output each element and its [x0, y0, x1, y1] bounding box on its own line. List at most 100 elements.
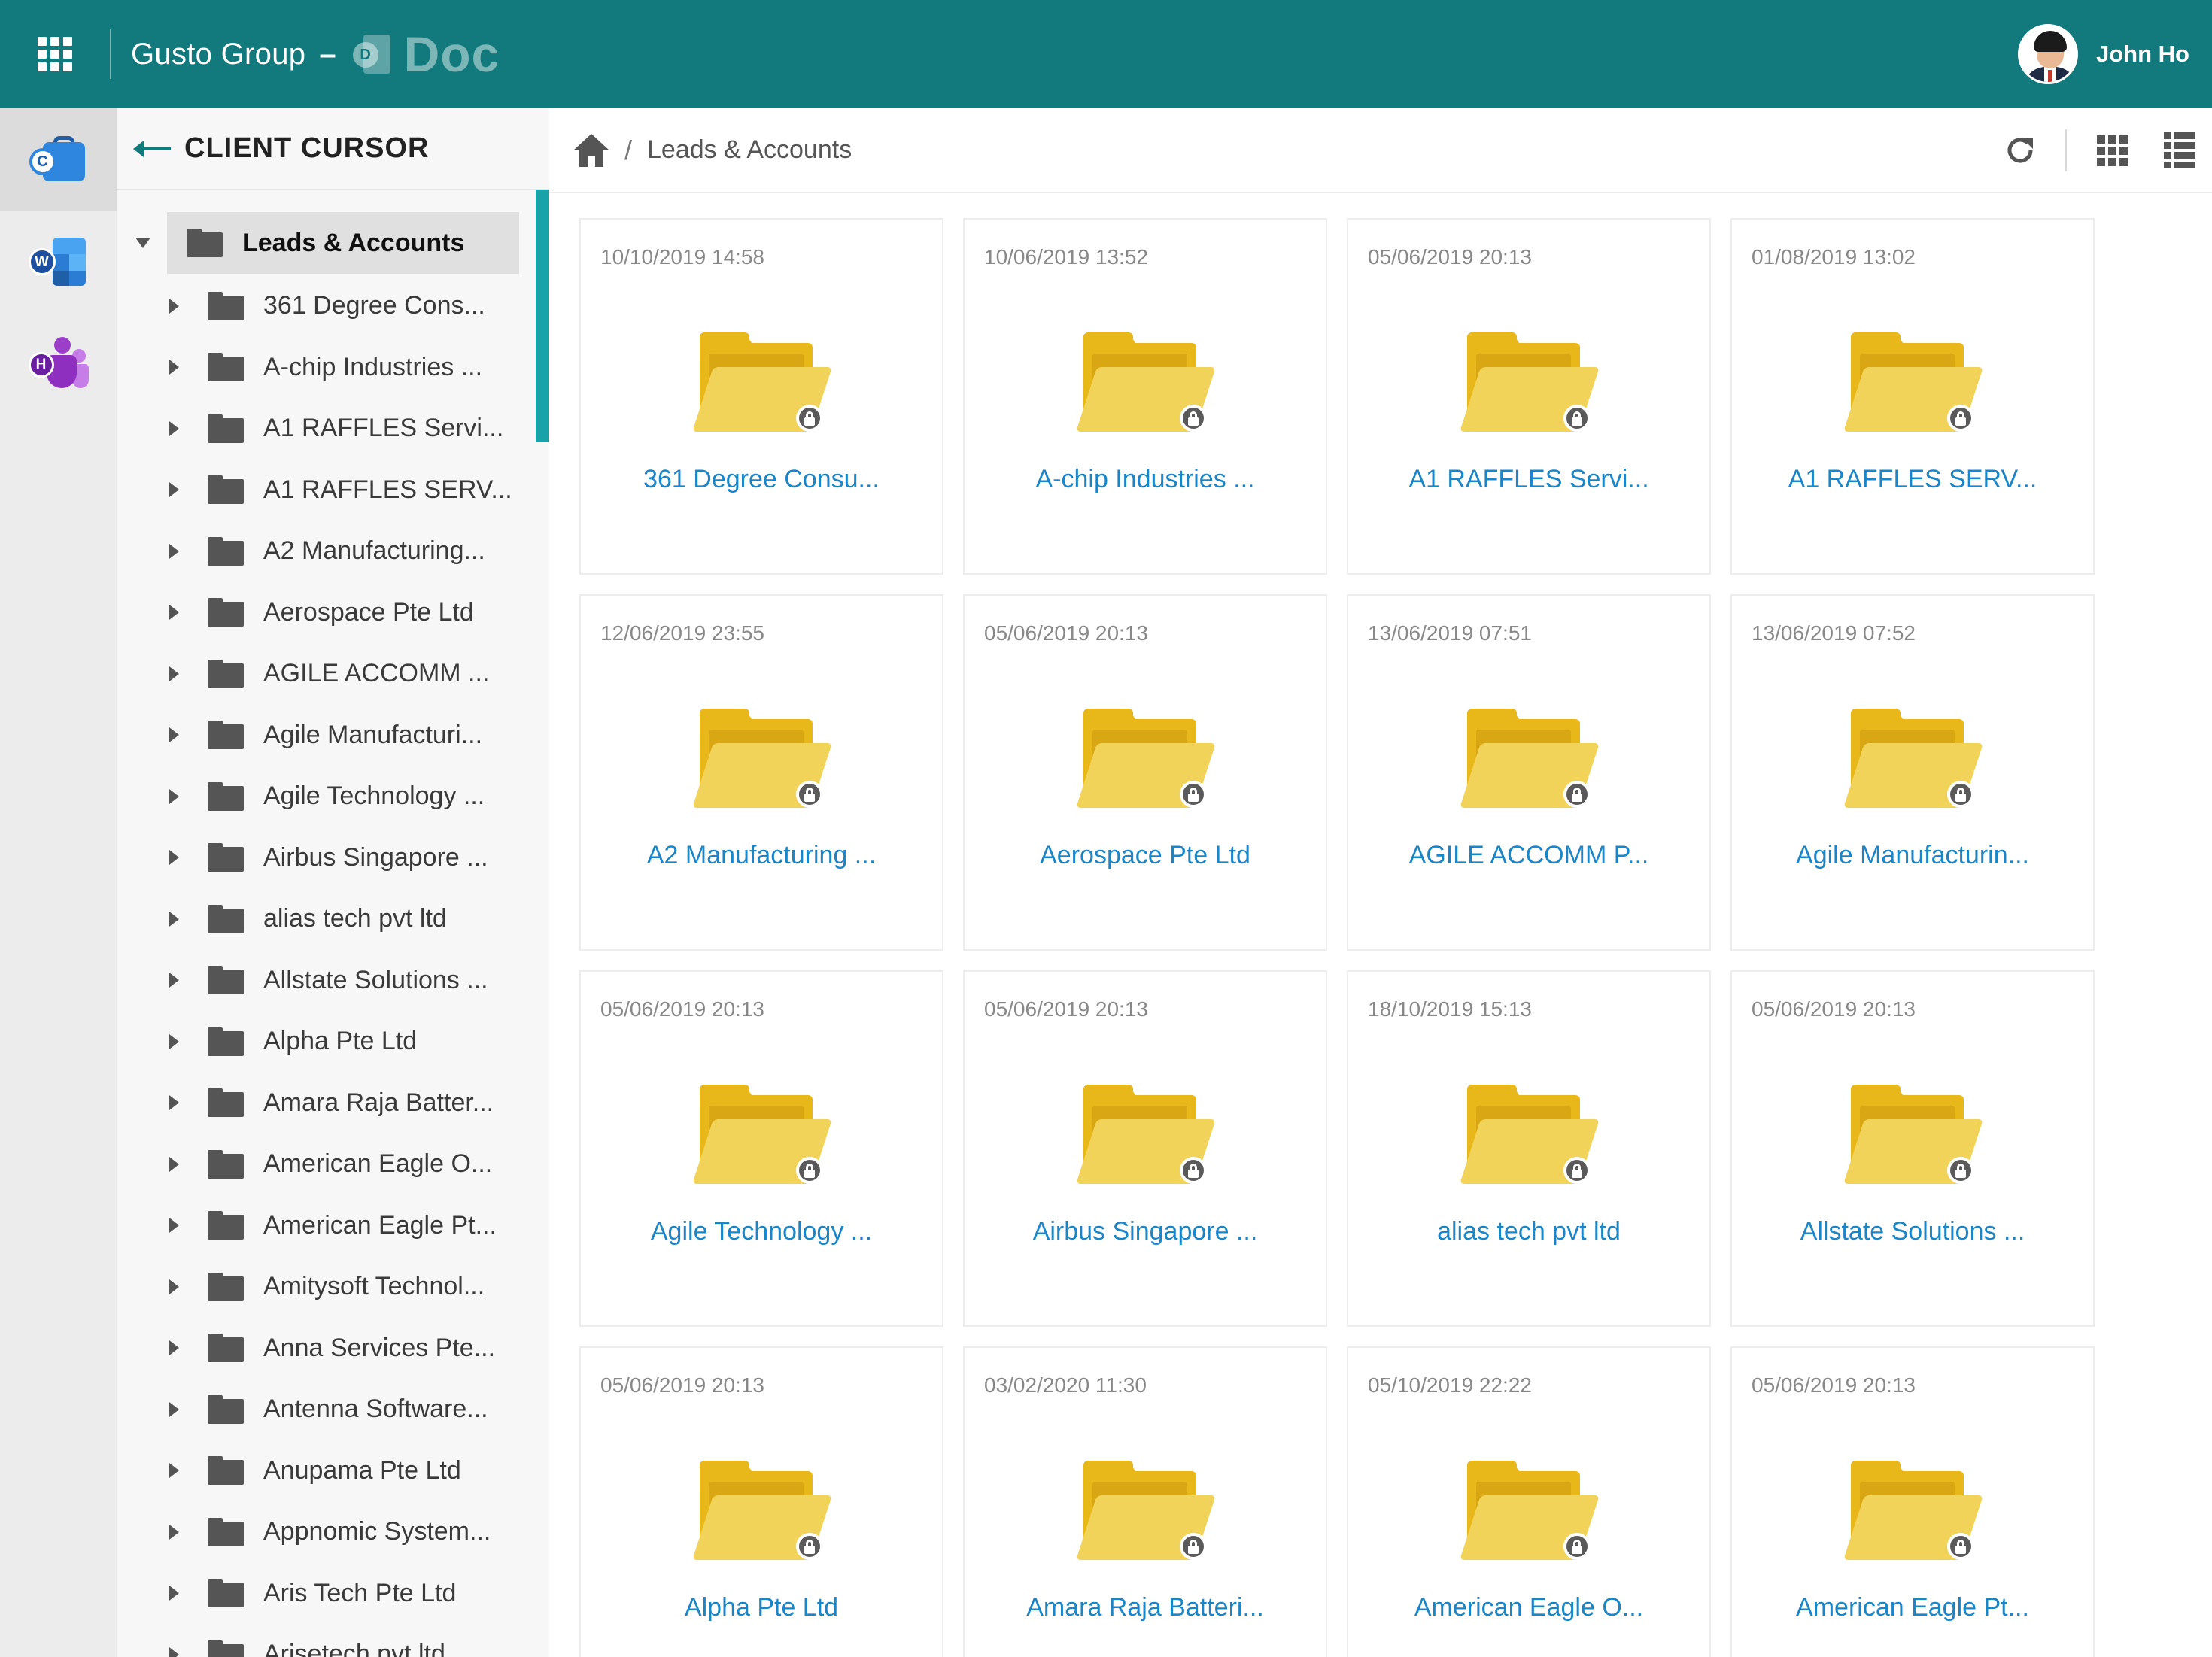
card-name-link[interactable]: 361 Degree Consu... [581, 465, 942, 494]
user-name[interactable]: John Ho [2096, 41, 2189, 68]
card-name-link[interactable]: Aerospace Pte Ltd [965, 841, 1326, 870]
folder-card[interactable]: 05/10/2019 22:22 American Eagle O... [1347, 1346, 1711, 1657]
folder-card[interactable]: 12/06/2019 23:55 A2 Manufacturing ... [579, 594, 943, 951]
tree-item[interactable]: Allstate Solutions ... [117, 950, 536, 1012]
card-name-link[interactable]: A-chip Industries ... [965, 465, 1326, 494]
tree-root-selected[interactable]: Leads & Accounts [167, 212, 519, 274]
caret-right-icon[interactable] [169, 1463, 179, 1479]
tree-item[interactable]: A2 Manufacturing... [117, 520, 536, 582]
tree-item[interactable]: Anna Services Pte... [117, 1318, 536, 1379]
tree-item[interactable]: Alpha Pte Ltd [117, 1011, 536, 1073]
folder-card[interactable]: 03/02/2020 11:30 Amara Raja Batteri... [963, 1346, 1327, 1657]
card-name-link[interactable]: Amara Raja Batteri... [965, 1593, 1326, 1622]
card-name-link[interactable]: Alpha Pte Ltd [581, 1593, 942, 1622]
card-name-link[interactable]: Agile Manufacturin... [1732, 841, 2093, 870]
tree-item[interactable]: American Eagle O... [117, 1133, 536, 1195]
tree-item[interactable]: A1 RAFFLES Servi... [117, 398, 536, 460]
card-name-link[interactable]: A2 Manufacturing ... [581, 841, 942, 870]
tree-item[interactable]: Agile Technology ... [117, 766, 536, 827]
tree-item[interactable]: Agile Manufacturi... [117, 705, 536, 766]
tree-item[interactable]: AGILE ACCOMM ... [117, 643, 536, 705]
folder-card[interactable]: 05/06/2019 20:13 A1 RAFFLES Servi... [1347, 218, 1711, 575]
tree-item[interactable]: Amitysoft Technol... [117, 1256, 536, 1318]
folder-icon [1843, 1085, 1983, 1185]
caret-right-icon[interactable] [169, 1586, 179, 1601]
app-rail: C W H [0, 108, 117, 1657]
caret-right-icon[interactable] [169, 850, 179, 866]
tree-item[interactable]: American Eagle Pt... [117, 1195, 536, 1257]
tree-item[interactable]: Anupama Pte Ltd [117, 1440, 536, 1502]
card-name-link[interactable]: American Eagle O... [1348, 1593, 1709, 1622]
caret-right-icon[interactable] [169, 543, 179, 559]
avatar[interactable] [2018, 24, 2078, 84]
folder-icon [208, 1149, 244, 1179]
card-name-link[interactable]: Agile Technology ... [581, 1217, 942, 1246]
tree-scrollbar[interactable] [536, 190, 549, 442]
tree-item[interactable]: Antenna Software... [117, 1379, 536, 1440]
grid-view-icon[interactable] [2097, 135, 2128, 166]
refresh-icon[interactable] [2002, 132, 2038, 168]
caret-right-icon[interactable] [169, 911, 179, 927]
card-name-link[interactable]: American Eagle Pt... [1732, 1593, 2093, 1622]
caret-right-icon[interactable] [169, 1401, 179, 1417]
card-name-link[interactable]: AGILE ACCOMM P... [1348, 841, 1709, 870]
folder-card[interactable]: 05/06/2019 20:13 Alpha Pte Ltd [579, 1346, 943, 1657]
folder-card[interactable]: 05/06/2019 20:13 Airbus Singapore ... [963, 970, 1327, 1327]
caret-right-icon[interactable] [169, 1279, 179, 1294]
tree-item-label: Arisetech pvt ltd [263, 1640, 445, 1657]
caret-right-icon[interactable] [169, 1218, 179, 1234]
tree-item[interactable]: Amara Raja Batter... [117, 1073, 536, 1134]
rail-item-word[interactable]: W [0, 211, 117, 313]
card-name-link[interactable]: Allstate Solutions ... [1732, 1217, 2093, 1246]
caret-right-icon[interactable] [169, 1156, 179, 1172]
rail-item-client-cursor[interactable]: C [0, 108, 117, 211]
folder-card[interactable]: 10/10/2019 14:58 361 Degree Consu... [579, 218, 943, 575]
caret-right-icon[interactable] [169, 1646, 179, 1657]
app-launcher-button[interactable] [0, 0, 110, 108]
caret-right-icon[interactable] [169, 666, 179, 681]
list-view-icon[interactable] [2164, 132, 2195, 168]
folder-card[interactable]: 05/06/2019 20:13 Aerospace Pte Ltd [963, 594, 1327, 951]
user-menu[interactable]: John Ho [2018, 0, 2189, 108]
card-name-link[interactable]: A1 RAFFLES Servi... [1348, 465, 1709, 494]
tree-title[interactable]: CLIENT CURSOR [184, 132, 429, 165]
caret-down-icon[interactable] [135, 238, 150, 248]
caret-right-icon[interactable] [169, 1033, 179, 1049]
tree-item[interactable]: Aerospace Pte Ltd [117, 582, 536, 644]
card-name-link[interactable]: A1 RAFFLES SERV... [1732, 465, 2093, 494]
folder-card[interactable]: 10/06/2019 13:52 A-chip Industries ... [963, 218, 1327, 575]
card-name-link[interactable]: Airbus Singapore ... [965, 1217, 1326, 1246]
back-arrow-icon[interactable] [133, 140, 171, 157]
folder-card[interactable]: 05/06/2019 20:13 Allstate Solutions ... [1730, 970, 2095, 1327]
caret-right-icon[interactable] [169, 1524, 179, 1540]
caret-right-icon[interactable] [169, 420, 179, 436]
caret-right-icon[interactable] [169, 973, 179, 988]
folder-card[interactable]: 18/10/2019 15:13 alias tech pvt ltd [1347, 970, 1711, 1327]
tree-item[interactable]: Airbus Singapore ... [117, 827, 536, 889]
caret-right-icon[interactable] [169, 1095, 179, 1111]
org-name[interactable]: Gusto Group [131, 38, 305, 71]
caret-right-icon[interactable] [169, 1340, 179, 1356]
caret-right-icon[interactable] [169, 482, 179, 498]
caret-right-icon[interactable] [169, 788, 179, 804]
tree-root-node[interactable]: Leads & Accounts [135, 212, 519, 274]
folder-card[interactable]: 05/06/2019 20:13 American Eagle Pt... [1730, 1346, 2095, 1657]
folder-card[interactable]: 13/06/2019 07:51 AGILE ACCOMM P... [1347, 594, 1711, 951]
folder-card[interactable]: 05/06/2019 20:13 Agile Technology ... [579, 970, 943, 1327]
tree-item[interactable]: alias tech pvt ltd [117, 888, 536, 950]
folder-card[interactable]: 13/06/2019 07:52 Agile Manufacturin... [1730, 594, 2095, 951]
caret-right-icon[interactable] [169, 605, 179, 621]
card-name-link[interactable]: alias tech pvt ltd [1348, 1217, 1709, 1246]
tree-item[interactable]: Arisetech pvt ltd [117, 1624, 536, 1657]
rail-item-hr[interactable]: H [0, 313, 117, 415]
tree-item[interactable]: 361 Degree Cons... [117, 275, 536, 337]
tree-item[interactable]: Appnomic System... [117, 1501, 536, 1563]
caret-right-icon[interactable] [169, 727, 179, 743]
caret-right-icon[interactable] [169, 298, 179, 314]
home-icon[interactable] [573, 133, 609, 167]
tree-item[interactable]: A-chip Industries ... [117, 337, 536, 399]
tree-item[interactable]: A1 RAFFLES SERV... [117, 460, 536, 521]
folder-card[interactable]: 01/08/2019 13:02 A1 RAFFLES SERV... [1730, 218, 2095, 575]
caret-right-icon[interactable] [169, 360, 179, 375]
tree-item[interactable]: Aris Tech Pte Ltd [117, 1563, 536, 1625]
